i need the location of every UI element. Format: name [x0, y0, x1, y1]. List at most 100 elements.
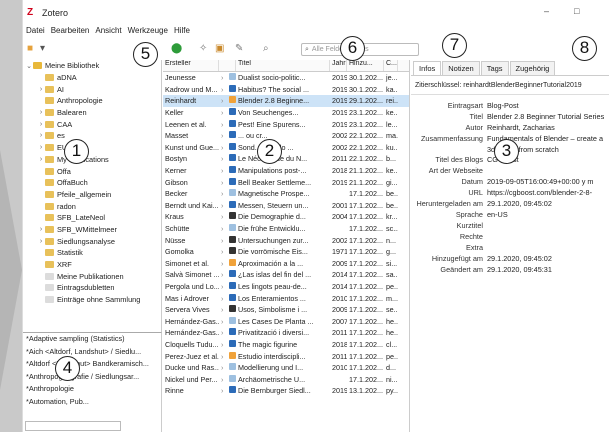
tag-item[interactable]: *Anthropologie [23, 383, 161, 396]
row-chevron-icon[interactable]: › [219, 96, 227, 105]
table-row[interactable]: Masset › ... ou cr... 200222.1.202...ma... [163, 130, 409, 142]
collection-item[interactable]: › Siedlungsanalyse [23, 235, 161, 247]
row-chevron-icon[interactable]: › [219, 189, 227, 198]
minimize-button[interactable]: – [544, 6, 549, 16]
collection-item[interactable]: OffaBuch [23, 177, 161, 189]
menu-1[interactable]: Bearbeiten [51, 26, 90, 38]
table-row[interactable]: Keller › Von Seuchenges... 2019 23.1.202... k… [163, 107, 409, 119]
row-chevron-icon[interactable]: › [219, 317, 227, 326]
menu-2[interactable]: Ansicht [95, 26, 121, 38]
collection-item[interactable]: SFB_LateNeol [23, 212, 161, 224]
table-row[interactable]: Kerner › Manipulations post-... 2018 21.1.20… [163, 165, 409, 177]
table-row[interactable]: Gomolka › Die vorrömische Eis... 1971 17.1.2… [163, 246, 409, 258]
column-header-title[interactable]: Titel [236, 60, 330, 71]
collection-item[interactable]: Einträge ohne Sammlung [23, 294, 161, 306]
collection-item[interactable]: › My Publications [23, 154, 161, 166]
add-by-identifier-icon[interactable]: ✧ [199, 44, 207, 54]
field-value[interactable]: 29.1.2020, 09:45:02 [487, 254, 609, 265]
table-row[interactable]: Berndt und Kai... › Messen, Steuern un... 2… [163, 200, 409, 212]
row-chevron-icon[interactable]: › [219, 328, 227, 337]
table-row[interactable]: Perez-Juez et al. › Estudio interdiscipli.… [163, 350, 409, 362]
table-row[interactable]: Hernández-Gas... › Les Cases De Planta ...… [163, 315, 409, 327]
table-row[interactable]: Reinhardt › Blender 2.8 Beginne... 2019 29.1… [163, 95, 409, 107]
new-item-icon[interactable]: ⬤ [171, 44, 182, 54]
menu-4[interactable]: Hilfe [174, 26, 190, 38]
maximize-button[interactable]: □ [574, 6, 579, 16]
collection-item[interactable]: › Balearen [23, 107, 161, 119]
table-row[interactable]: Rinne › Die Bernburger Siedl... 2019 13.1.20… [163, 385, 409, 397]
row-chevron-icon[interactable]: › [219, 270, 227, 279]
expand-chevron-icon[interactable]: › [37, 144, 45, 151]
collection-item[interactable]: › EU [23, 142, 161, 154]
collection-item[interactable]: radon [23, 200, 161, 212]
table-row[interactable]: Kraus › Die Demographie d... 2004 17.1.202..… [163, 211, 409, 223]
tab-3[interactable]: Zugehörig [509, 61, 556, 75]
collection-item[interactable]: Eintragsdubletten [23, 282, 161, 294]
table-row[interactable]: Hernández-Gas... › Privatització i diversi… [163, 327, 409, 339]
expand-chevron-icon[interactable]: › [37, 109, 45, 116]
table-row[interactable]: Ducke und Ras... › Modellierung und I... 20… [163, 362, 409, 374]
collapse-chevron-icon[interactable]: ⌄ [25, 62, 33, 70]
table-row[interactable]: Pergola und Lo... › Les lingots peau-de...… [163, 281, 409, 293]
library-menu-icon[interactable]: ▾ [40, 44, 45, 54]
table-row[interactable]: Kunst und Gue...› Sond...nificado ... 2002… [163, 142, 409, 154]
expand-chevron-icon[interactable]: › [37, 86, 45, 93]
field-value[interactable] [487, 166, 609, 177]
row-chevron-icon[interactable]: › [219, 166, 227, 175]
collection-item[interactable]: Meine Publikationen [23, 270, 161, 282]
row-chevron-icon[interactable]: › [219, 352, 227, 361]
row-chevron-icon[interactable]: › [219, 305, 227, 314]
collection-item[interactable]: XRF [23, 259, 161, 271]
tab-2[interactable]: Tags [480, 61, 509, 75]
row-chevron-icon[interactable]: › [219, 224, 227, 233]
field-value[interactable]: 29.1.2020, 09:45:31 [487, 265, 609, 276]
locate-icon[interactable]: ⌕ [263, 44, 269, 54]
collection-item[interactable]: Statistik [23, 247, 161, 259]
row-chevron-icon[interactable]: › [219, 108, 227, 117]
row-chevron-icon[interactable]: › [219, 212, 227, 221]
tab-0[interactable]: Infos [413, 61, 442, 75]
table-row[interactable]: Leenen et al. › Pest! Eine Spurens... 2019 2… [163, 118, 409, 130]
tag-item[interactable]: *Adaptive sampling (Statistics) [23, 333, 161, 346]
tag-item[interactable]: *Altdorf <Landshut> Bandkeramisch... [23, 358, 161, 371]
menu-0[interactable]: Datei [26, 26, 45, 38]
row-chevron-icon[interactable]: › [219, 340, 227, 349]
field-value[interactable]: 29.1.2020, 09:45:02 [487, 199, 609, 210]
expand-chevron-icon[interactable]: › [37, 132, 45, 139]
column-header-year[interactable]: Jahr [330, 60, 347, 71]
field-value[interactable]: Blog-Post [487, 101, 609, 112]
table-row[interactable]: Bostyn › Le Néolithique du N... 201122.1.20… [163, 153, 409, 165]
row-chevron-icon[interactable]: › [219, 143, 227, 152]
table-row[interactable]: Simonet et al. › Aproximación a la ... 2009… [163, 258, 409, 270]
tag-item[interactable]: *Anthropogeografie / Siedlungsar... [23, 371, 161, 384]
collection-item[interactable]: › CAA [23, 118, 161, 130]
table-row[interactable]: Becker › Magnetische Prospe... 17.1.202... b… [163, 188, 409, 200]
table-row[interactable]: Nüsse › Untersuchungen zur... 2002 17.1.202.… [163, 234, 409, 246]
table-row[interactable]: Schütte › Die frühe Entwicklu... 17.1.202..… [163, 223, 409, 235]
field-value[interactable]: en-US [487, 210, 609, 221]
expand-chevron-icon[interactable]: › [37, 121, 45, 128]
row-chevron-icon[interactable]: › [219, 375, 227, 384]
expand-chevron-icon[interactable]: › [37, 156, 45, 163]
tag-filter-input[interactable] [25, 421, 121, 431]
row-chevron-icon[interactable]: › [219, 282, 227, 291]
table-row[interactable]: Servera Vives › Usos, Simbolisme i ... 2009… [163, 304, 409, 316]
expand-chevron-icon[interactable]: › [37, 226, 45, 233]
field-value[interactable]: Blender 2.8 Beginner Tutorial Series [487, 112, 609, 123]
tag-item[interactable]: *Aich <Altdorf, Landshut> / Siedlu... [23, 346, 161, 359]
expand-chevron-icon[interactable]: › [37, 238, 45, 245]
table-row[interactable]: Nickel und Per... › Archäometrische U... 17… [163, 373, 409, 385]
row-chevron-icon[interactable]: › [219, 259, 227, 268]
column-header-citekey[interactable]: C... [384, 60, 398, 71]
row-chevron-icon[interactable]: › [219, 85, 227, 94]
row-chevron-icon[interactable]: › [219, 73, 227, 82]
row-chevron-icon[interactable]: › [219, 363, 227, 372]
row-chevron-icon[interactable]: › [219, 201, 227, 210]
row-chevron-icon[interactable]: › [219, 386, 227, 395]
new-collection-icon[interactable]: ■ [27, 44, 33, 54]
collection-item[interactable]: › AI [23, 83, 161, 95]
table-row[interactable]: Mas i Adrover › Los Enteramientos ... 2010 1… [163, 292, 409, 304]
collection-item[interactable]: aDNA [23, 72, 161, 84]
table-row[interactable]: Gibson › Bell Beaker Settleme... 2019 21.1.2… [163, 176, 409, 188]
collection-item[interactable]: Anthropologie [23, 95, 161, 107]
